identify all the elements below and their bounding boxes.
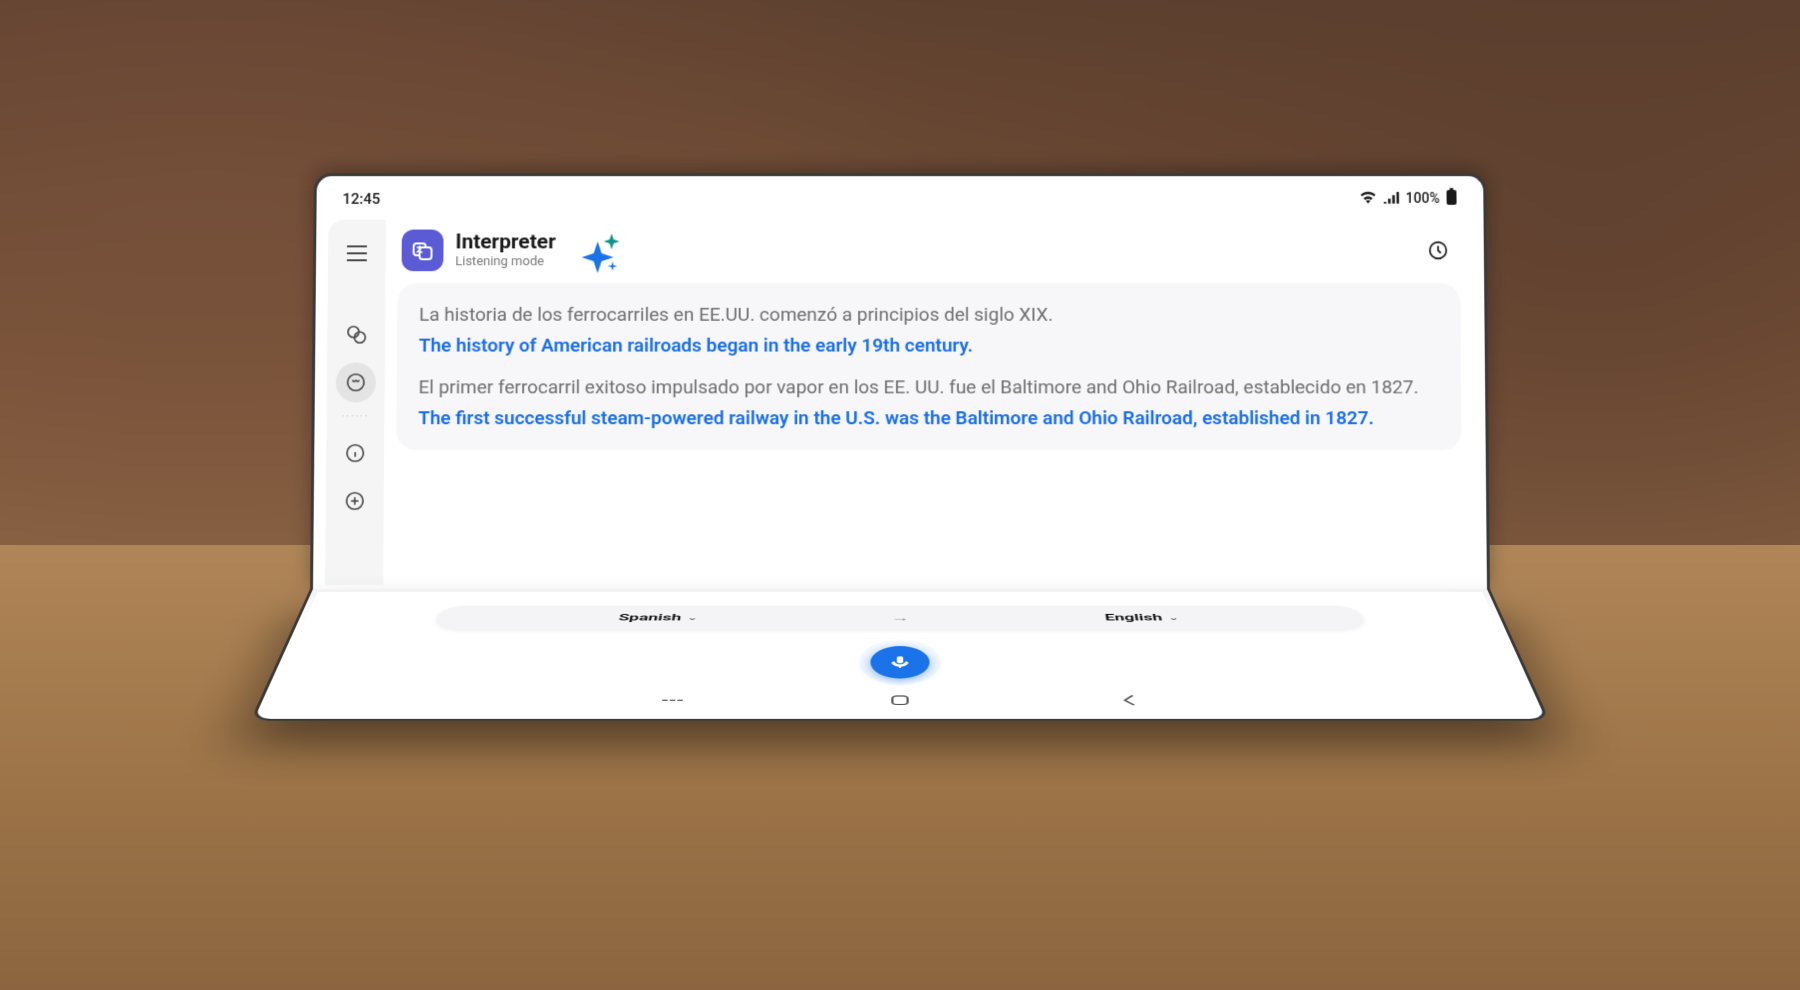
chevron-down-icon: ⌄ — [687, 614, 698, 622]
screen-bottom-half: Spanish ⌄ → English ⌄ — [250, 589, 1550, 721]
language-selector-bar: Spanish ⌄ → English ⌄ — [433, 606, 1368, 630]
app-subtitle: Listening mode — [455, 254, 555, 269]
info-icon[interactable] — [335, 433, 375, 473]
android-nav-bar — [264, 689, 1536, 711]
speech-icon[interactable] — [336, 363, 376, 403]
source-text-1: La historia de los ferrocarriles en EE.U… — [419, 301, 1439, 329]
wifi-icon — [1359, 190, 1377, 208]
source-language-button[interactable]: Spanish ⌄ — [435, 612, 880, 623]
source-language-label: Spanish — [617, 612, 682, 623]
status-time: 12:45 — [342, 190, 380, 208]
chat-bubbles-icon[interactable] — [336, 315, 376, 355]
add-icon[interactable] — [335, 481, 375, 521]
nav-home-button[interactable] — [884, 691, 917, 709]
target-text-2: The first successful steam-powered railw… — [418, 404, 1439, 432]
battery-percent: 100% — [1406, 191, 1440, 207]
app-title: Interpreter — [455, 231, 555, 254]
sidebar: ······ — [325, 220, 386, 585]
microphone-button[interactable] — [870, 646, 930, 679]
status-bar: 12:45 100% — [322, 182, 1477, 216]
battery-icon — [1445, 188, 1457, 210]
signal-icon — [1383, 190, 1400, 208]
mic-halo — [858, 640, 942, 685]
chevron-down-icon: ⌄ — [1168, 614, 1180, 622]
arrow-right-icon: → — [879, 612, 920, 623]
app-header: Interpreter Listening mode — [397, 226, 1460, 283]
target-language-label: English — [1104, 612, 1163, 623]
history-button[interactable] — [1420, 233, 1456, 269]
menu-button[interactable] — [337, 234, 377, 274]
foldable-device: 12:45 100% — [310, 171, 1490, 819]
nav-recents-button[interactable] — [654, 691, 690, 709]
screen-top-half: 12:45 100% — [310, 173, 1490, 591]
target-text-1: The history of American railroads began … — [419, 331, 1439, 359]
sparkle-icon — [574, 230, 616, 272]
source-text-2: El primer ferrocarril exitoso impulsado … — [418, 373, 1439, 401]
interpreter-app-icon — [402, 230, 444, 272]
nav-back-button[interactable] — [1110, 691, 1146, 709]
transcript-card: La historia de los ferrocarriles en EE.U… — [396, 283, 1462, 450]
sidebar-divider: ······ — [342, 412, 370, 423]
target-language-button[interactable]: English ⌄ — [920, 612, 1365, 623]
